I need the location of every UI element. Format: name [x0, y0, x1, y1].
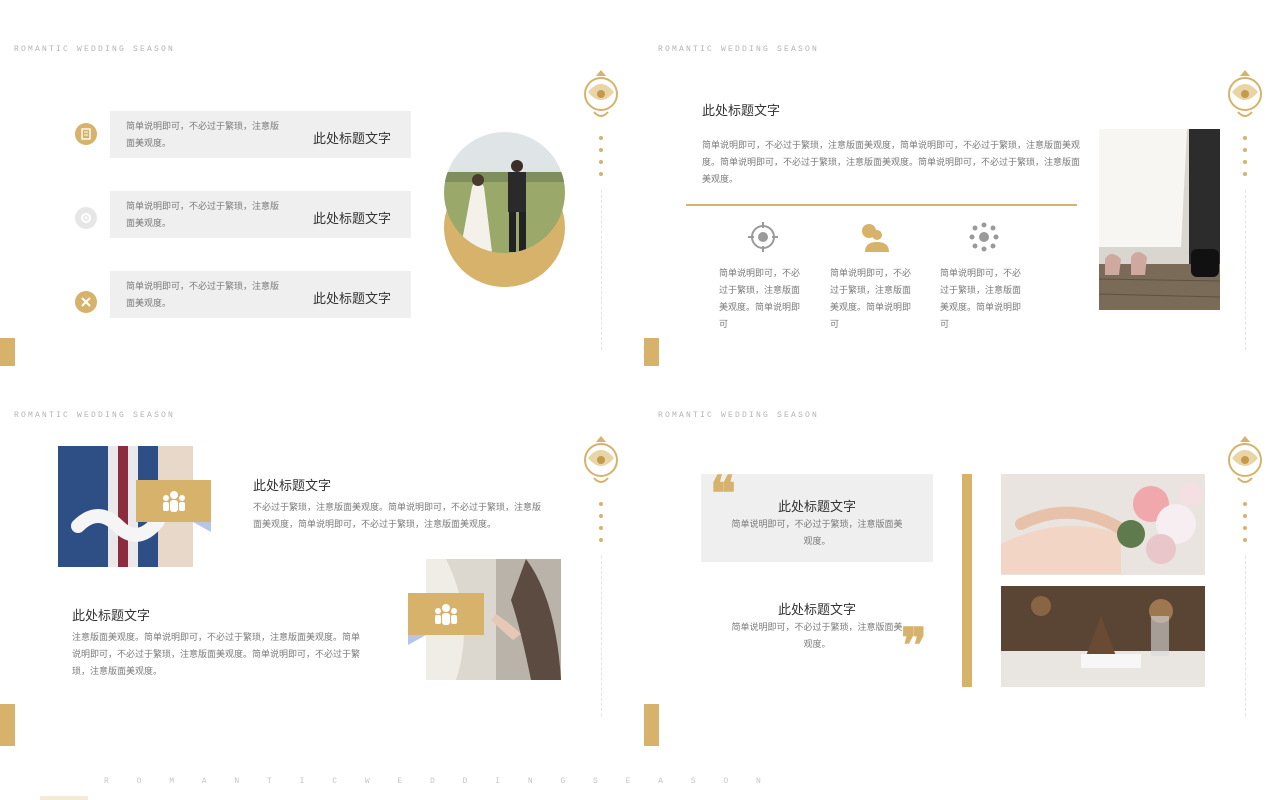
feature-column[interactable]: 简单说明即可，不必过于繁琐，注意版面美观度。简单说明即可 [719, 222, 807, 334]
quote-title: 此处标题文字 [777, 500, 856, 515]
people-group-icon-box [408, 593, 484, 635]
quote-title: 此处标题文字 [777, 603, 856, 618]
network-icon [969, 222, 999, 252]
people-group-icon-box [136, 480, 211, 522]
dashed-line [601, 190, 602, 350]
brand-text-bottom: R O M A N T I C W E D D I N G S E A S O … [104, 777, 773, 786]
brand-text: ROMANTIC WEDDING SEASON [14, 45, 176, 54]
section-paragraph: 注意版面美观度。简单说明即可，不必过于繁琐，注意版面美观度。简单说明即可，不必过… [72, 633, 361, 677]
feature-column[interactable]: 简单说明即可，不必过于繁琐，注意版面美观度。简单说明即可 [940, 222, 1028, 334]
item-description: 简单说明即可，不必过于繁琐，注意版面美观度。 [126, 202, 280, 229]
close-quote-icon: ❞ [901, 618, 927, 674]
dot-indicator [599, 136, 603, 184]
item-title: 此处标题文字 [312, 292, 391, 307]
wedding-couple-photo [444, 132, 565, 253]
people-group-icon [435, 604, 457, 625]
bottom-gold-mark [40, 796, 88, 800]
quote-text: 简单说明即可，不必过于繁琐，注意版面美观度。 [731, 623, 903, 650]
money-person-icon [862, 224, 889, 252]
crest-logo-icon [1224, 434, 1266, 490]
list-item[interactable]: 简单说明即可，不必过于繁琐，注意版面美观度。 此处标题文字 [110, 111, 411, 158]
target-icon [748, 222, 778, 252]
section-title: 此处标题文字 [702, 104, 781, 119]
tools-icon [75, 291, 97, 313]
brand-text: ROMANTIC WEDDING SEASON [658, 45, 820, 54]
dashed-line [1245, 190, 1246, 350]
item-title: 此处标题文字 [312, 212, 391, 227]
crest-logo-icon [1224, 68, 1266, 124]
crest-logo-icon [580, 68, 622, 124]
dot-indicator [599, 502, 603, 550]
brand-text: ROMANTIC WEDDING SEASON [14, 411, 176, 420]
feature-text: 简单说明即可，不必过于繁琐，注意版面美观度。简单说明即可 [940, 269, 1022, 330]
list-item[interactable]: 简单说明即可，不必过于繁琐，注意版面美观度。 此处标题文字 [110, 191, 411, 238]
ring-bouquet-photo [1001, 474, 1205, 575]
gold-side-bar [644, 704, 659, 746]
dot-indicator [1243, 136, 1247, 184]
document-icon [75, 123, 97, 145]
gold-vertical-bar [962, 474, 972, 687]
quote-text: 简单说明即可，不必过于繁琐，注意版面美观度。 [731, 520, 903, 547]
list-item[interactable]: 简单说明即可，不必过于繁琐，注意版面美观度。 此处标题文字 [110, 271, 411, 318]
people-group-icon [163, 491, 185, 512]
dashed-line [1245, 556, 1246, 716]
blue-corner-decoration [193, 522, 211, 532]
brand-text: ROMANTIC WEDDING SEASON [658, 411, 820, 420]
section-paragraph: 不必过于繁琐，注意版面美观度。简单说明即可，不必过于繁琐，注意版面美观度，简单说… [253, 503, 542, 530]
item-title: 此处标题文字 [312, 132, 391, 147]
slide-1[interactable]: ROMANTIC WEDDING SEASON 简单说明即可，不必过于繁琐，注意… [0, 0, 640, 380]
bride-groom-feet-photo [1099, 129, 1220, 310]
feature-text: 简单说明即可，不必过于繁琐，注意版面美观度。简单说明即可 [719, 269, 801, 330]
slide-2[interactable]: ROMANTIC WEDDING SEASON 此处标题文字 简单说明即可，不必… [644, 0, 1280, 380]
gold-divider [686, 204, 1077, 206]
feature-text: 简单说明即可，不必过于繁琐，注意版面美观度。简单说明即可 [830, 269, 912, 330]
feature-column[interactable]: 简单说明即可，不必过于繁琐，注意版面美观度。简单说明即可 [830, 222, 918, 334]
gear-icon [75, 207, 97, 229]
crest-logo-icon [580, 434, 622, 490]
bottom-slide-peek [0, 746, 1280, 800]
section-title: 此处标题文字 [72, 609, 151, 624]
item-description: 简单说明即可，不必过于繁琐，注意版面美观度。 [126, 282, 280, 309]
slide-4[interactable]: ROMANTIC WEDDING SEASON ❝ 此处标题文字 简单说明即可，… [644, 366, 1280, 746]
gold-side-bar [0, 704, 15, 746]
blue-corner-decoration [408, 635, 426, 645]
dot-indicator [1243, 502, 1247, 550]
section-title: 此处标题文字 [253, 479, 332, 494]
slide-3[interactable]: ROMANTIC WEDDING SEASON 此处标题文字 不必过于繁琐，注意… [0, 366, 640, 746]
table-setting-photo [1001, 586, 1205, 687]
item-description: 简单说明即可，不必过于繁琐，注意版面美观度。 [126, 122, 280, 149]
dashed-line [601, 556, 602, 716]
section-paragraph: 简单说明即可，不必过于繁琐，注意版面美观度，简单说明即可，不必过于繁琐，注意版面… [702, 141, 1081, 185]
